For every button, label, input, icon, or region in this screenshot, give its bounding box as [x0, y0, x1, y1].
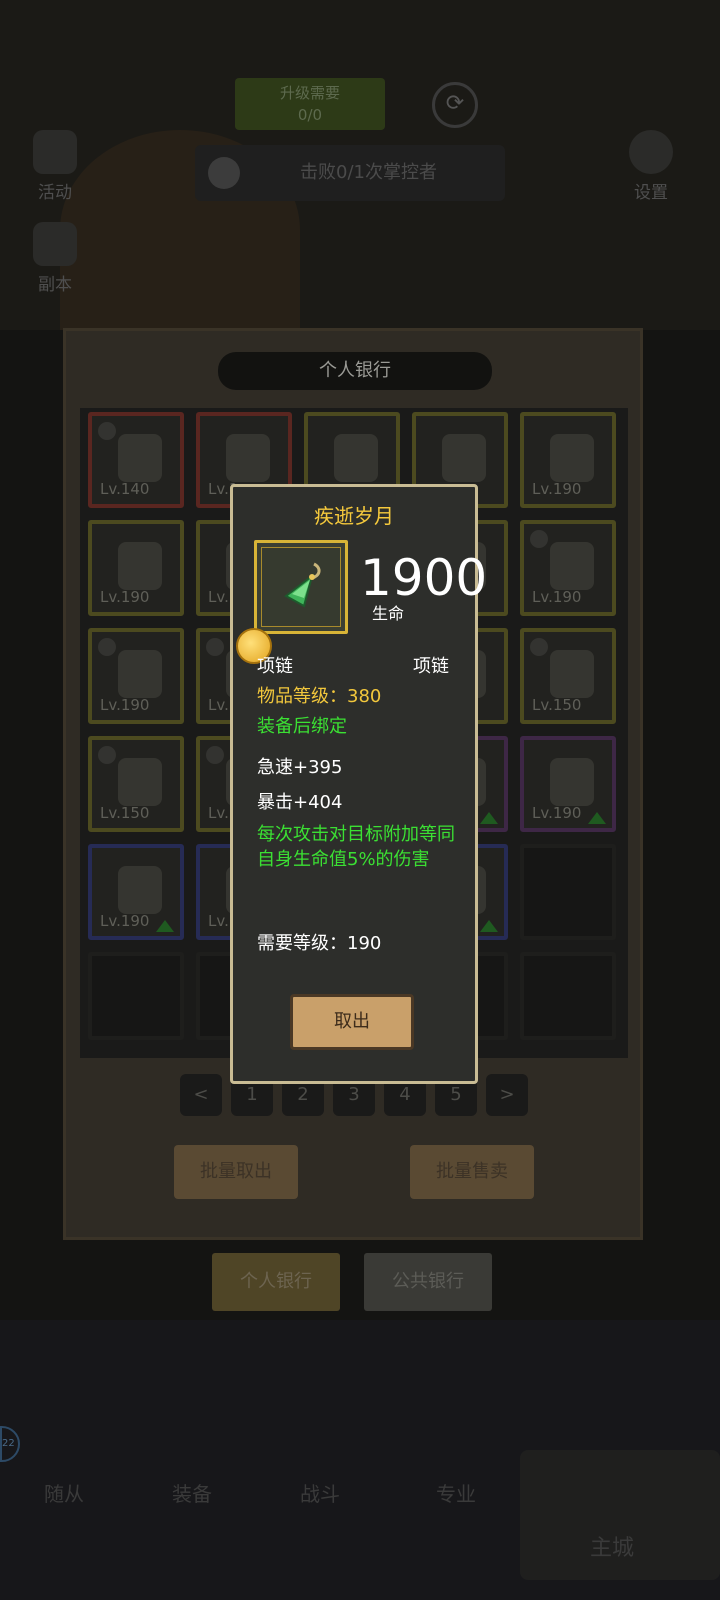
- gear-icon: [629, 130, 673, 174]
- next-page-button[interactable]: >: [486, 1074, 528, 1116]
- attr-haste: 急速+395: [257, 757, 343, 778]
- activity-label: 活动: [38, 183, 72, 203]
- lock-icon: [530, 638, 548, 656]
- bank-slot[interactable]: [88, 952, 184, 1040]
- item-effect: 每次攻击对目标附加等同自身生命值5%的伤害: [257, 824, 455, 870]
- dungeon-button[interactable]: 副本: [30, 222, 80, 295]
- item-icon: [118, 650, 162, 698]
- item-icon: [334, 434, 378, 482]
- lock-icon: [530, 530, 548, 548]
- upgrade-arrow-icon: [588, 812, 606, 824]
- batch-sell-button[interactable]: 批量售卖: [410, 1145, 534, 1199]
- refresh-icon[interactable]: ⟳: [432, 82, 478, 128]
- nav-battle[interactable]: 战斗: [300, 1478, 340, 1507]
- item-icon-inner: [261, 547, 341, 627]
- bank-slot[interactable]: Lv.190: [88, 520, 184, 616]
- item-level: 物品等级：380: [257, 686, 382, 707]
- slot-level: Lv.190: [532, 804, 582, 822]
- slot-level: Lv.190: [100, 912, 150, 930]
- item-type-right: 项链: [413, 656, 449, 677]
- settings-label: 设置: [634, 183, 668, 203]
- slot-level: Lv.140: [100, 480, 150, 498]
- lock-icon: [206, 638, 224, 656]
- slot-level: Lv.150: [100, 804, 150, 822]
- item-icon: [118, 434, 162, 482]
- prev-page-button[interactable]: <: [180, 1074, 222, 1116]
- bank-title: 个人银行: [218, 352, 492, 390]
- item-name: 疾逝岁月: [314, 504, 394, 528]
- exp-label: 升级需要: [279, 84, 340, 102]
- item-icon: [226, 434, 270, 482]
- slot-level: Lv.190: [100, 588, 150, 606]
- slot-level: Lv.: [208, 912, 229, 930]
- item-icon: [118, 866, 162, 914]
- dungeon-label: 副本: [38, 275, 72, 295]
- item-icon: [550, 434, 594, 482]
- upgrade-arrow-icon: [480, 920, 498, 932]
- item-icon: [118, 542, 162, 590]
- necklace-icon: [284, 562, 321, 608]
- exp-value: 0/0: [297, 106, 323, 124]
- nav-profession[interactable]: 专业: [436, 1478, 476, 1507]
- bank-slot[interactable]: [520, 952, 616, 1040]
- item-icon-frame: [254, 540, 348, 634]
- stat-name: 生命: [372, 604, 405, 623]
- item-type-left: 项链: [257, 656, 293, 677]
- required-level: 需要等级：190: [257, 933, 382, 954]
- slot-level: Lv.: [208, 696, 229, 714]
- star-icon: [33, 130, 77, 174]
- item-icon: [550, 758, 594, 806]
- tab-personal-bank[interactable]: 个人银行: [212, 1253, 340, 1311]
- slot-level: Lv.: [208, 804, 229, 822]
- nav-followers[interactable]: 随从: [44, 1478, 84, 1507]
- bank-slot[interactable]: Lv.190: [88, 844, 184, 940]
- tab-public-bank[interactable]: 公共银行: [364, 1253, 492, 1311]
- lock-icon: [98, 746, 116, 764]
- bank-slot[interactable]: Lv.190: [520, 736, 616, 832]
- bank-slot[interactable]: Lv.140: [88, 412, 184, 508]
- quest-text: 击败0/1次掌控者: [300, 162, 437, 183]
- item-icon: [550, 542, 594, 590]
- lock-icon: [98, 422, 116, 440]
- bank-slot[interactable]: Lv.190: [520, 412, 616, 508]
- stat-value: 1900: [360, 549, 488, 607]
- item-icon: [550, 650, 594, 698]
- bind-status: 装备后绑定: [257, 716, 347, 737]
- settings-button[interactable]: 设置: [626, 130, 676, 203]
- dungeon-icon: [33, 222, 77, 266]
- exp-bar: 升级需要 0/0: [235, 78, 385, 130]
- bank-slot[interactable]: Lv.190: [520, 520, 616, 616]
- slot-level: Lv.190: [532, 480, 582, 498]
- nav-equipment[interactable]: 装备: [172, 1478, 212, 1507]
- upgrade-arrow-icon: [156, 920, 174, 932]
- quest-icon: [208, 157, 240, 189]
- upgrade-arrow-icon: [480, 812, 498, 824]
- slot-level: Lv.150: [532, 696, 582, 714]
- slot-level: Lv.190: [532, 588, 582, 606]
- bank-slot[interactable]: Lv.150: [520, 628, 616, 724]
- activity-button[interactable]: 活动: [30, 130, 80, 203]
- item-icon: [118, 758, 162, 806]
- bank-slot[interactable]: Lv.190: [88, 628, 184, 724]
- item-icon: [442, 434, 486, 482]
- bank-slot[interactable]: [520, 844, 616, 940]
- attr-crit: 暴击+404: [257, 792, 343, 813]
- slot-level: Lv.190: [100, 696, 150, 714]
- lock-icon: [206, 746, 224, 764]
- main-city-label: 主城: [590, 1536, 635, 1561]
- slot-level: Lv.: [208, 588, 229, 606]
- batch-withdraw-button[interactable]: 批量取出: [174, 1145, 298, 1199]
- lock-icon: [98, 638, 116, 656]
- bank-slot[interactable]: Lv.150: [88, 736, 184, 832]
- withdraw-button[interactable]: 取出: [290, 994, 414, 1050]
